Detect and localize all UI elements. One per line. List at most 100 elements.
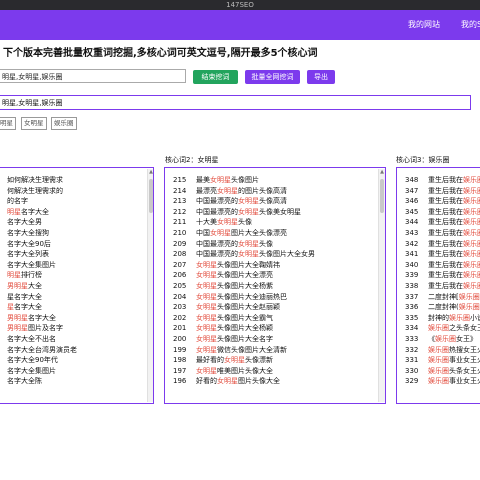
keyword-row[interactable]: 197 女明星唯美图片头像大全 bbox=[165, 366, 315, 377]
keyword-row[interactable]: 208 中国最漂亮的女明星头像图片大全女男 bbox=[165, 249, 315, 260]
row-index: 209 bbox=[173, 239, 187, 248]
keyword-text: 图片头像大全 bbox=[238, 377, 280, 386]
keyword-row[interactable]: 346 重生后我在娱乐圈 bbox=[397, 196, 480, 207]
keyword-row[interactable]: 199 女明星微信头像图片大全清新 bbox=[165, 345, 315, 356]
highlighted-keyword: 女明星 bbox=[217, 377, 238, 386]
keyword-row[interactable]: 333 《娱乐圈女王》 bbox=[397, 334, 480, 345]
keyword-chip[interactable]: 明星 bbox=[0, 117, 16, 130]
scroll-up-icon[interactable]: ▲ bbox=[379, 169, 385, 175]
keyword-row[interactable]: 213 中国最漂亮的女明星头像高清 bbox=[165, 196, 315, 207]
keyword-row[interactable]: 209 中国最漂亮的女明星头像 bbox=[165, 239, 315, 250]
batch-mining-button[interactable]: 批量全网挖词 bbox=[245, 70, 300, 84]
keyword-text: 最美 bbox=[196, 176, 210, 184]
keyword-row[interactable]: 337 二度封神[娱乐圈 bbox=[397, 292, 480, 303]
keyword-row[interactable]: 340 重生后我在娱乐圈 bbox=[397, 260, 480, 271]
row-index: 215 bbox=[173, 176, 187, 184]
keyword-row[interactable]: 星名字大全 bbox=[0, 302, 77, 313]
keyword-text: 头像美女明星 bbox=[259, 207, 301, 216]
column-title-3: 核心词3：娱乐圈 bbox=[396, 156, 450, 164]
keyword-row[interactable]: 明星排行榜 bbox=[0, 270, 77, 281]
keyword-row[interactable]: 名字大全男 bbox=[0, 217, 77, 228]
highlighted-keyword: 女明星 bbox=[196, 345, 217, 354]
scrollbar-thumb[interactable] bbox=[149, 179, 153, 213]
keyword-row[interactable]: 206 女明星头像图片大全漂亮 bbox=[165, 270, 315, 281]
keyword-row[interactable]: 名字大全陈 bbox=[0, 376, 77, 387]
keyword-row[interactable]: 203 女明星头像图片大全赵丽颖 bbox=[165, 302, 315, 313]
keyword-row[interactable]: 344 重生后我在娱乐圈 bbox=[397, 217, 480, 228]
export-button[interactable]: 导出 bbox=[307, 70, 335, 84]
keyword-row[interactable]: 名字大全集图片 bbox=[0, 366, 77, 377]
keyword-row[interactable]: 名字大全台湾男演员老 bbox=[0, 345, 77, 356]
row-index: 341 bbox=[405, 250, 419, 259]
keyword-row[interactable]: 345 重生后我在娱乐圈 bbox=[397, 207, 480, 218]
keyword-row[interactable]: 334 娱乐圈之头条女王 bbox=[397, 323, 480, 334]
keyword-row[interactable]: 196 好看的女明星图片头像大全 bbox=[165, 376, 315, 387]
keyword-text: 名字大全陈 bbox=[7, 377, 42, 386]
highlighted-keyword: 娱乐圈 bbox=[463, 260, 480, 269]
keyword-text: 热搜女王火 bbox=[449, 345, 480, 354]
keyword-row[interactable]: 名字大全搜狗 bbox=[0, 228, 77, 239]
panel-scrollbar[interactable]: ▲ bbox=[378, 169, 385, 402]
keyword-row[interactable]: 338 重生后我在娱乐圈 bbox=[397, 281, 480, 292]
keyword-row[interactable]: 347 重生后我在娱乐圈 bbox=[397, 186, 480, 197]
keyword-row[interactable]: 339 重生后我在娱乐圈 bbox=[397, 270, 480, 281]
keyword-input[interactable]: 明星,女明星,娱乐圈 bbox=[0, 69, 186, 83]
keyword-text: 头像图片大全漂亮 bbox=[217, 271, 273, 280]
keyword-row[interactable]: 212 中国最漂亮的女明星头像美女明星 bbox=[165, 207, 315, 218]
highlighted-keyword: 女明星 bbox=[238, 207, 259, 216]
keyword-row[interactable]: 215 最美女明星头像图片 bbox=[165, 175, 315, 186]
keyword-row[interactable]: 何解决生理需求的 bbox=[0, 186, 77, 197]
scroll-up-icon[interactable]: ▲ bbox=[148, 169, 153, 175]
keyword-row[interactable]: 341 重生后我在娱乐圈 bbox=[397, 249, 480, 260]
keyword-row[interactable]: 201 女明星头像图片大全杨颖 bbox=[165, 323, 315, 334]
keyword-row[interactable]: 336 二度封神(娱乐圈 bbox=[397, 302, 480, 313]
keyword-row[interactable]: 211 十大美女明星头像 bbox=[165, 217, 315, 228]
keyword-row[interactable]: 星名字大全 bbox=[0, 292, 77, 303]
keyword-text: 排行榜 bbox=[21, 271, 42, 280]
highlighted-keyword: 女明星 bbox=[217, 186, 238, 195]
keyword-row[interactable]: 214 最漂亮女明星的图片头像高清 bbox=[165, 186, 315, 197]
keyword-row[interactable]: 名字大全90年代 bbox=[0, 355, 77, 366]
keyword-row[interactable]: 331 娱乐圈事业女王火 bbox=[397, 355, 480, 366]
row-index: 214 bbox=[173, 186, 187, 195]
keyword-row[interactable]: 204 女明星头像图片大全迪丽热巴 bbox=[165, 292, 315, 303]
keyword-row[interactable]: 明星名字大全 bbox=[0, 207, 77, 218]
keyword-row[interactable]: 的名字 bbox=[0, 196, 77, 207]
keyword-row[interactable]: 名字大全不出名 bbox=[0, 334, 77, 345]
keyword-row[interactable]: 335 封神的娱乐圈小说 bbox=[397, 313, 480, 324]
keyword-row[interactable]: 如何解决生理需求 bbox=[0, 175, 77, 186]
scrollbar-thumb[interactable] bbox=[380, 179, 384, 213]
keyword-panel-3: 348重生后我在娱乐圈347重生后我在娱乐圈346重生后我在娱乐圈345重生后我… bbox=[396, 167, 480, 404]
panel-scrollbar[interactable]: ▲ bbox=[147, 169, 153, 402]
keyword-list: 215 最美女明星头像图片 214 最漂亮女明星的图片头像高清 213 中国最漂亮的女明星… bbox=[165, 175, 315, 387]
keyword-row[interactable]: 男明星名字大全 bbox=[0, 313, 77, 324]
keyword-row[interactable]: 名字大全90后 bbox=[0, 239, 77, 250]
keyword-row[interactable]: 名字大全集图片 bbox=[0, 260, 77, 271]
keyword-row[interactable]: 200 女明星头像图片大全名字 bbox=[165, 334, 315, 345]
keyword-row[interactable]: 男明星大全 bbox=[0, 281, 77, 292]
row-index: 201 bbox=[173, 324, 187, 333]
keyword-row[interactable]: 205 女明星头像图片大全杨紫 bbox=[165, 281, 315, 292]
keyword-row[interactable]: 198 最好看的女明星头像漂新 bbox=[165, 355, 315, 366]
nav-my-site-link[interactable]: 我的网站 bbox=[408, 10, 440, 40]
keyword-row[interactable]: 210 中国女明星图片大全头像漂亮 bbox=[165, 228, 315, 239]
keyword-row[interactable]: 男明星图片及名字 bbox=[0, 323, 77, 334]
keyword-row[interactable]: 343 重生后我在娱乐圈 bbox=[397, 228, 480, 239]
keyword-row[interactable]: 342 重生后我在娱乐圈 bbox=[397, 239, 480, 250]
highlighted-keyword: 娱乐圈 bbox=[463, 271, 480, 280]
tag-input[interactable]: 明星,女明星,娱乐圈 bbox=[0, 95, 471, 110]
end-mining-button[interactable]: 结束挖词 bbox=[193, 70, 238, 84]
keyword-row[interactable]: 名字大全列表 bbox=[0, 249, 77, 260]
keyword-row[interactable]: 330 娱乐圈头条女王火 bbox=[397, 366, 480, 377]
nav-my-site-link-2[interactable]: 我的S bbox=[461, 10, 480, 40]
keyword-row[interactable]: 207 女明星头像图片大全鞠婧祎 bbox=[165, 260, 315, 271]
keyword-panel-2: 215 最美女明星头像图片 214 最漂亮女明星的图片头像高清 213 中国最漂亮的女明星… bbox=[164, 167, 386, 404]
keyword-row[interactable]: 332 娱乐圈热搜女王火 bbox=[397, 345, 480, 356]
keyword-row[interactable]: 329 娱乐圈事业女王火 bbox=[397, 376, 480, 387]
keyword-chip[interactable]: 女明星 bbox=[21, 117, 47, 130]
keyword-chip[interactable]: 娱乐圈 bbox=[51, 117, 77, 130]
highlighted-keyword: 女明星 bbox=[196, 303, 217, 312]
keyword-text: 头像图片大全名字 bbox=[217, 334, 273, 343]
keyword-row[interactable]: 348 重生后我在娱乐圈 bbox=[397, 175, 480, 186]
keyword-row[interactable]: 202 女明星头像图片大全霸气 bbox=[165, 313, 315, 324]
